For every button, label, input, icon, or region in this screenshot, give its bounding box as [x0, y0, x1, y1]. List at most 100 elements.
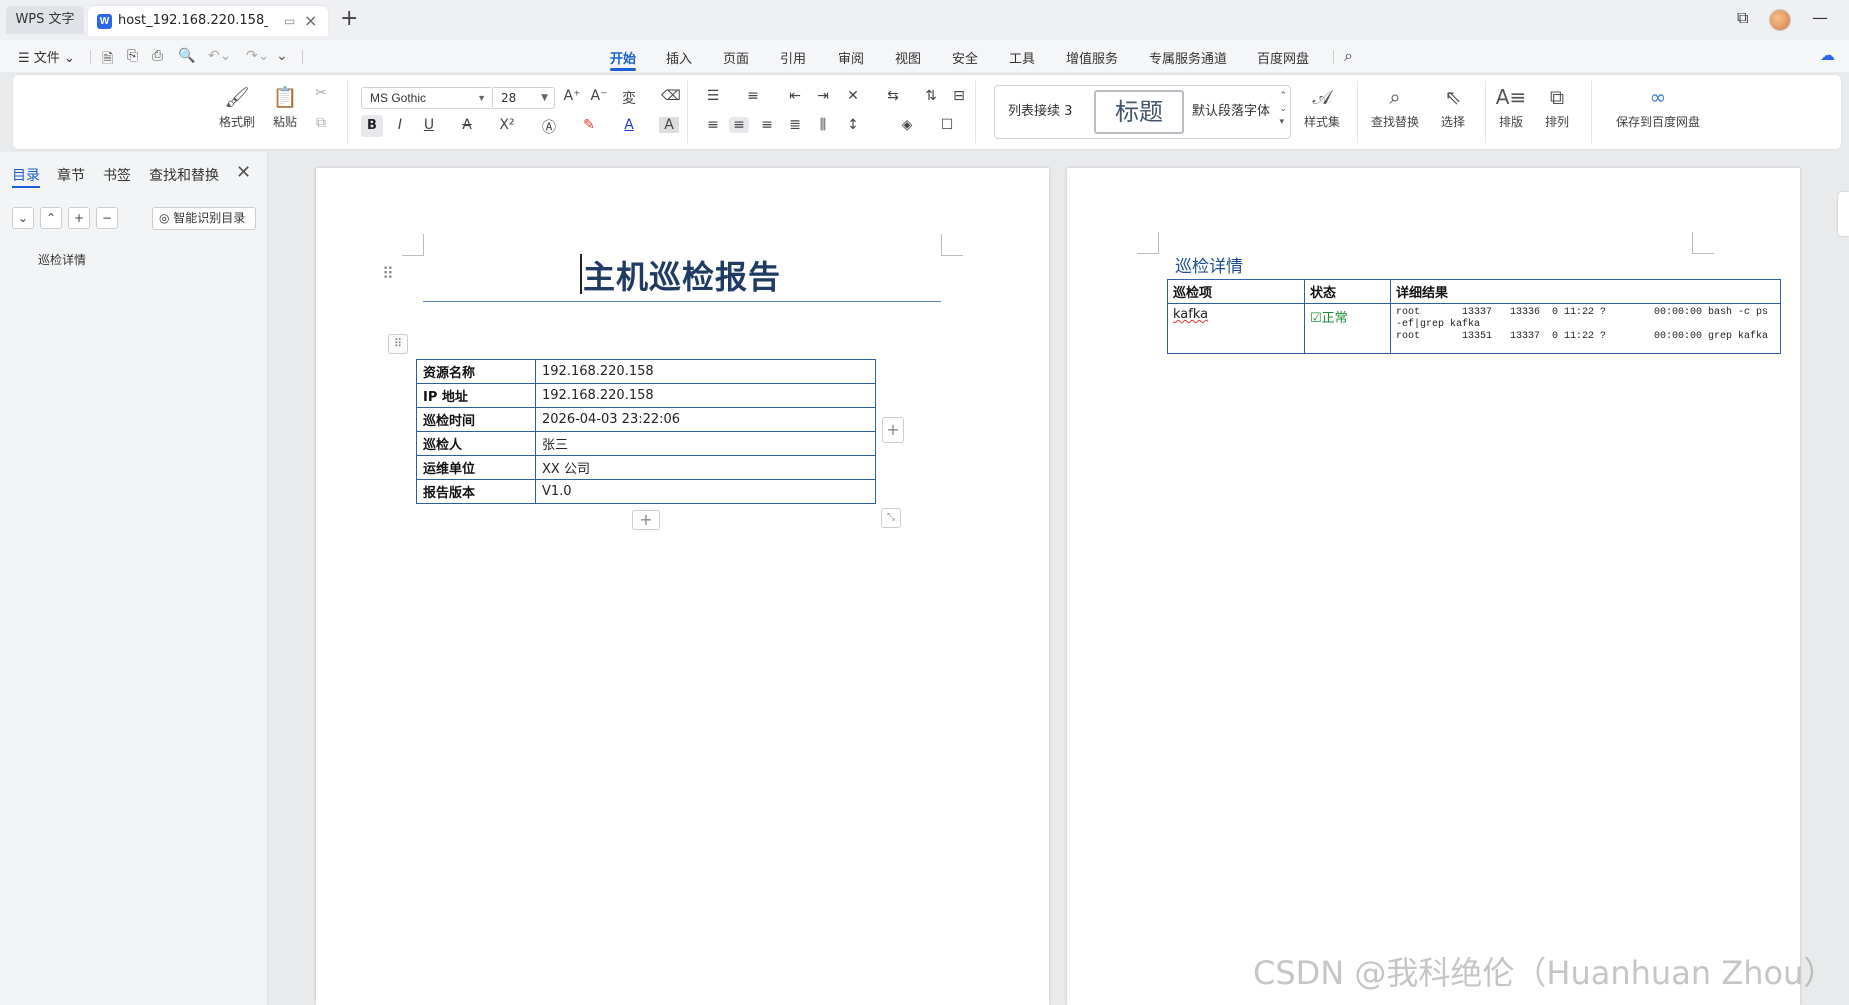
tab-page[interactable]: 页面 [723, 48, 749, 67]
wps-app-tab[interactable]: WPS 文字 [6, 6, 84, 34]
table-value-cell[interactable]: 张三 [535, 431, 876, 456]
remove-toc-button[interactable]: − [96, 207, 118, 229]
table-key-cell[interactable]: 资源名称 [416, 359, 536, 384]
font-name-select[interactable]: MS Gothic ▼ [361, 87, 493, 109]
bullet-list-icon[interactable]: ☰ [703, 88, 723, 104]
table-key-cell[interactable]: IP 地址 [416, 383, 536, 408]
gallery-scroll-arrows[interactable]: ⌃ ⌄ ▾ [1279, 90, 1287, 129]
arrange-button[interactable]: ⧉ 排列 [1537, 85, 1577, 130]
nav-tab-bookmarks[interactable]: 书签 [103, 165, 131, 185]
user-avatar[interactable] [1769, 9, 1791, 31]
smart-toc-button[interactable]: ◎ 智能识别目录 [152, 207, 256, 230]
table-value-cell[interactable]: 192.168.220.158 [535, 383, 876, 408]
restore-window-icon[interactable]: ⧉ [1737, 8, 1748, 28]
file-menu[interactable]: ☰ 文件 ⌄ [18, 47, 75, 66]
text-direction-icon[interactable]: ⇆ [883, 88, 903, 104]
table-value-cell[interactable]: 2026-04-03 23:22:06 [535, 407, 876, 432]
new-tab-button[interactable]: + [340, 7, 358, 31]
select-button[interactable]: ⇖ 选择 [1431, 85, 1475, 130]
tab-review[interactable]: 审阅 [838, 48, 864, 67]
bold-button[interactable]: B [361, 115, 383, 137]
save-to-baidu-button[interactable]: ∞ 保存到百度网盘 [1613, 85, 1703, 130]
close-tab-icon[interactable]: × [304, 11, 317, 30]
tab-home[interactable]: 开始 [610, 48, 636, 67]
text-effect-icon[interactable]: Ⓐ [539, 117, 559, 137]
decrease-indent-icon[interactable]: ⇤ [785, 88, 805, 104]
table-key-cell[interactable]: 巡检时间 [416, 407, 536, 432]
borders-icon[interactable]: ☐ [937, 117, 957, 133]
nav-tab-find-replace[interactable]: 查找和替换 [149, 165, 219, 185]
justify-icon[interactable]: ≣ [785, 117, 805, 133]
export-pdf-icon[interactable]: ⎘ [127, 48, 138, 64]
nav-tab-toc[interactable]: 目录 [12, 165, 40, 185]
style-heading[interactable]: 标题 [1094, 90, 1184, 134]
font-size-select[interactable]: 28 ▼ [493, 87, 555, 109]
paste-button[interactable]: 📋 粘贴 [263, 85, 307, 130]
style-list-continue[interactable]: 列表接续 3 [1008, 86, 1072, 138]
underline-button[interactable]: U [419, 117, 439, 133]
font-color-icon[interactable]: A [619, 117, 639, 133]
find-replace-button[interactable]: ⌕ 查找替换 [1363, 85, 1427, 130]
nav-tab-sections[interactable]: 章节 [57, 165, 85, 185]
tab-references[interactable]: 引用 [780, 48, 806, 67]
table-move-handle-icon[interactable]: ⠿ [388, 334, 408, 354]
format-painter-button[interactable]: 🖌 格式刷 [217, 85, 257, 130]
tab-security[interactable]: 安全 [952, 48, 978, 67]
table-key-cell[interactable]: 巡检人 [416, 431, 536, 456]
chinese-layout-icon[interactable]: ✕ [843, 88, 863, 104]
save-icon[interactable]: 🗎 [102, 48, 113, 72]
italic-button[interactable]: I [390, 117, 410, 133]
style-default-font[interactable]: 默认段落字体 [1192, 86, 1270, 138]
minimize-window-icon[interactable]: — [1812, 8, 1828, 27]
show-marks-icon[interactable]: ⊟ [949, 88, 969, 104]
tab-exclusive-service[interactable]: 专属服务通道 [1149, 48, 1227, 67]
document-title[interactable]: 主机巡检报告 [423, 252, 941, 296]
add-column-button[interactable]: + [882, 417, 904, 443]
redo-icon[interactable]: ↷⌄ [246, 48, 269, 64]
side-panel-toggle[interactable] [1838, 192, 1849, 236]
strikethrough-button[interactable]: A [457, 117, 477, 133]
print-icon[interactable]: ⎙ [152, 48, 163, 64]
status-cell[interactable]: ☑正常 [1304, 303, 1391, 354]
close-pane-icon[interactable]: ✕ [236, 162, 251, 183]
table-value-cell[interactable]: XX 公司 [535, 455, 876, 480]
tab-value-added[interactable]: 增值服务 [1066, 48, 1118, 67]
tab-insert[interactable]: 插入 [666, 48, 692, 67]
tab-tools[interactable]: 工具 [1009, 48, 1035, 67]
grow-font-icon[interactable]: A⁺ [562, 88, 582, 104]
table-key-cell[interactable]: 报告版本 [416, 479, 536, 504]
table-resize-icon[interactable]: ⤡ [881, 508, 901, 528]
distributed-align-icon[interactable]: ⫼ [813, 117, 833, 133]
numbered-list-icon[interactable]: ≡ [743, 88, 763, 104]
char-shading-icon[interactable]: A [659, 117, 679, 133]
toc-item[interactable]: 巡检详情 [38, 251, 86, 268]
document-tab[interactable]: W host_192.168.220.158_2026( ▭ × [88, 6, 328, 36]
header-detail[interactable]: 详细结果 [1390, 279, 1781, 304]
tab-view[interactable]: 视图 [895, 48, 921, 67]
print-preview-icon[interactable]: 🔍 [178, 48, 195, 64]
section-heading[interactable]: 巡检详情 [1175, 252, 1243, 277]
line-spacing-icon[interactable]: ↕ [843, 117, 863, 133]
superscript-button[interactable]: X² [497, 117, 517, 133]
collapse-up-button[interactable]: ⌃ [40, 207, 62, 229]
search-icon[interactable]: ⌕ [1344, 46, 1353, 66]
add-row-button[interactable]: + [632, 510, 660, 530]
header-status[interactable]: 状态 [1304, 279, 1391, 304]
item-cell[interactable]: kafka [1167, 303, 1305, 354]
clear-format-icon[interactable]: ⌫ [661, 88, 681, 104]
add-toc-button[interactable]: + [68, 207, 90, 229]
table-value-cell[interactable]: 192.168.220.158 [535, 359, 876, 384]
table-value-cell[interactable]: V1.0 [535, 479, 876, 504]
more-chevron-icon[interactable]: ⌄ [276, 48, 288, 64]
undo-icon[interactable]: ↶⌄ [208, 48, 231, 64]
detail-cell[interactable]: root 13337 13336 0 11:22 ? 00:00:00 bash… [1390, 303, 1781, 354]
phonetic-guide-icon[interactable]: 変 [619, 88, 639, 108]
header-item[interactable]: 巡检项 [1167, 279, 1305, 304]
cloud-sync-icon[interactable]: ☁ [1820, 46, 1835, 64]
sort-icon[interactable]: ⇅ [921, 88, 941, 104]
tab-baidu-netdisk[interactable]: 百度网盘 [1257, 48, 1309, 67]
shrink-font-icon[interactable]: A⁻ [589, 88, 609, 104]
shading-icon[interactable]: ◈ [897, 117, 917, 133]
expand-down-button[interactable]: ⌄ [12, 207, 34, 229]
increase-indent-icon[interactable]: ⇥ [813, 88, 833, 104]
